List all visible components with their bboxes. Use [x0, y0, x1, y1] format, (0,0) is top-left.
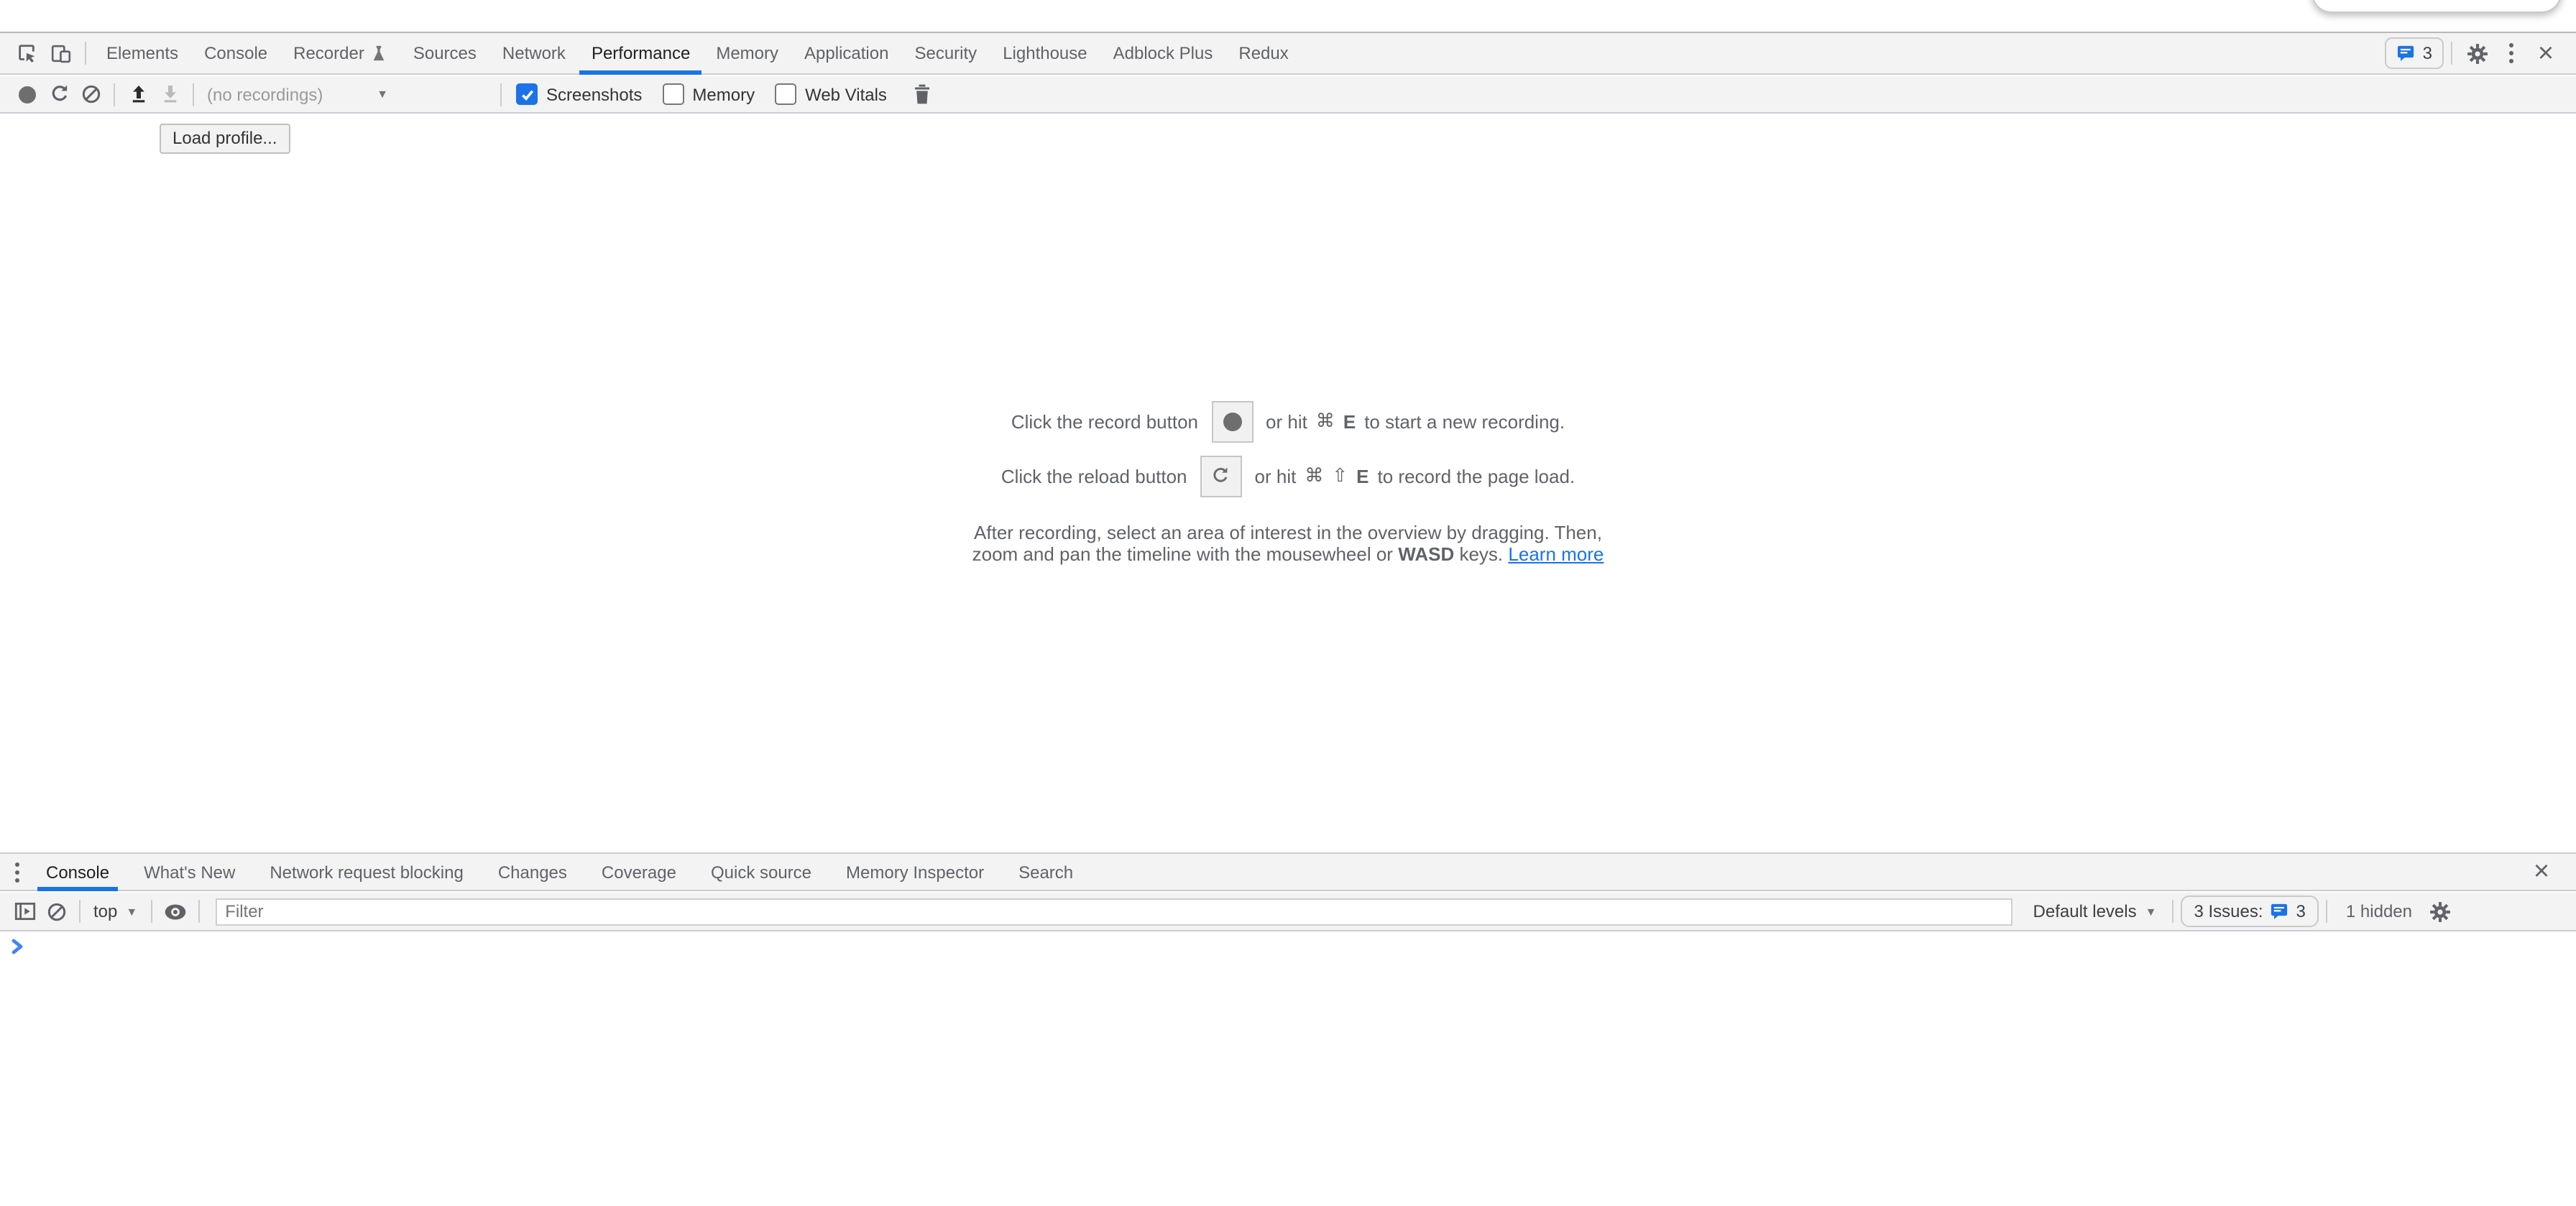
record-demo-button[interactable]	[1211, 400, 1253, 442]
console-prompt-area[interactable]	[0, 933, 2576, 1206]
performance-toolbar: (no recordings) ▼ Screenshots Memory Web…	[0, 76, 2576, 114]
cmd-key-symbol: ⌘	[1316, 410, 1335, 433]
drawer-tab-whats-new[interactable]: What's New	[135, 853, 244, 890]
tab-sources[interactable]: Sources	[402, 32, 488, 74]
browser-page-strip	[0, 0, 2576, 32]
tab-redux[interactable]: Redux	[1227, 32, 1300, 74]
load-profile-icon[interactable]	[122, 78, 154, 110]
devtools-tabbar: Elements Console Recorder Sources Networ…	[0, 32, 2576, 75]
record-instruction-row: Click the record button or hit ⌘ E to st…	[1011, 400, 1565, 443]
drawer-tab-search[interactable]: Search	[1010, 853, 1082, 890]
tab-performance[interactable]: Performance	[580, 32, 702, 74]
console-sidebar-toggle-icon[interactable]	[9, 896, 40, 927]
load-profile-tooltip: Load profile...	[160, 124, 290, 154]
issues-bubble-icon	[2271, 903, 2289, 920]
tab-elements[interactable]: Elements	[95, 32, 190, 74]
web-vitals-checkbox-group[interactable]: Web Vitals	[775, 83, 887, 105]
record-dot-icon	[19, 86, 36, 103]
device-toolbar-icon[interactable]	[43, 36, 78, 70]
divider	[193, 83, 194, 106]
reload-demo-button[interactable]	[1200, 455, 1242, 497]
memory-checkbox[interactable]	[662, 83, 684, 105]
issues-counter-badge[interactable]: 3	[2386, 37, 2444, 69]
tab-security[interactable]: Security	[903, 32, 988, 74]
console-filter-input[interactable]	[215, 898, 2012, 925]
clear-recordings-icon[interactable]	[75, 78, 106, 110]
divider	[85, 42, 86, 65]
drawer-tab-memory-inspector[interactable]: Memory Inspector	[837, 853, 993, 890]
browser-popup-cutoff	[2312, 0, 2562, 13]
divider	[2172, 900, 2174, 923]
clear-console-icon[interactable]	[40, 896, 72, 927]
experiment-flask-icon	[372, 45, 387, 62]
chevron-down-icon: ▼	[377, 88, 388, 101]
web-vitals-checkbox[interactable]	[775, 83, 796, 105]
screenshots-checkbox[interactable]	[516, 83, 538, 105]
console-settings-gear-icon[interactable]	[2424, 896, 2455, 927]
drawer-kebab-menu-icon[interactable]	[6, 855, 29, 889]
screenshots-checkbox-group[interactable]: Screenshots	[516, 83, 642, 105]
settings-gear-icon[interactable]	[2460, 36, 2494, 70]
performance-empty-state: Click the record button or hit ⌘ E to st…	[0, 400, 2576, 565]
inspect-element-icon[interactable]	[9, 36, 43, 70]
divider	[2451, 42, 2452, 65]
drawer-tab-changes[interactable]: Changes	[489, 853, 576, 890]
garbage-collect-icon[interactable]	[907, 78, 939, 110]
divider	[198, 900, 199, 923]
usage-hint-paragraph: After recording, select an area of inter…	[972, 522, 1604, 565]
devtools-window: Elements Console Recorder Sources Networ…	[0, 0, 2576, 1206]
divider	[114, 83, 115, 106]
drawer-tab-console[interactable]: Console	[37, 853, 118, 890]
issues-bubble-icon	[2397, 45, 2416, 62]
hidden-messages-count: 1 hidden	[2346, 901, 2412, 921]
drawer-tab-quick-source[interactable]: Quick source	[702, 853, 820, 890]
chevron-down-icon: ▼	[126, 905, 137, 918]
close-devtools-icon[interactable]: ×	[2529, 36, 2563, 70]
live-expression-eye-icon[interactable]	[159, 896, 190, 927]
tab-network[interactable]: Network	[491, 32, 577, 74]
memory-checkbox-group[interactable]: Memory	[662, 83, 755, 105]
console-prompt-chevron-icon	[12, 939, 24, 954]
tab-adblock-plus[interactable]: Adblock Plus	[1102, 32, 1225, 74]
tab-application[interactable]: Application	[793, 32, 900, 74]
drawer-tab-network-request-blocking[interactable]: Network request blocking	[261, 853, 472, 890]
shift-key-symbol: ⇧	[1332, 464, 1348, 487]
reload-and-record-button[interactable]	[43, 78, 75, 110]
drawer-tab-coverage[interactable]: Coverage	[593, 853, 685, 890]
tab-recorder[interactable]: Recorder	[282, 32, 399, 74]
javascript-context-select[interactable]: top ▼	[93, 901, 137, 921]
record-dot-icon	[1223, 412, 1241, 431]
tab-memory[interactable]: Memory	[704, 32, 790, 74]
tab-lighthouse[interactable]: Lighthouse	[991, 32, 1098, 74]
tab-console[interactable]: Console	[193, 32, 279, 74]
performance-panel-body: Click the record button or hit ⌘ E to st…	[0, 115, 2576, 852]
divider	[150, 900, 152, 923]
divider	[500, 83, 502, 106]
reload-instruction-row: Click the reload button or hit ⌘ ⇧ E to …	[1001, 454, 1575, 497]
divider	[2326, 900, 2327, 923]
console-toolbar: top ▼ Default levels ▼ 3 Issues: 3 1 hid…	[0, 893, 2576, 931]
kebab-menu-icon[interactable]	[2494, 36, 2529, 70]
learn-more-link[interactable]: Learn more	[1508, 543, 1604, 565]
save-profile-icon[interactable]	[154, 78, 185, 110]
cmd-key-symbol: ⌘	[1305, 464, 1323, 487]
log-levels-select[interactable]: Default levels ▼	[2033, 901, 2157, 921]
record-button[interactable]	[12, 78, 43, 110]
chevron-down-icon: ▼	[2145, 905, 2157, 918]
e-key-symbol: E	[1356, 465, 1368, 487]
drawer-tabbar: Console What's New Network request block…	[0, 852, 2576, 891]
recordings-history-select[interactable]: (no recordings) ▼	[207, 84, 388, 104]
e-key-symbol: E	[1343, 410, 1356, 432]
close-drawer-icon[interactable]: ×	[2524, 855, 2559, 889]
divider	[79, 900, 80, 923]
console-issues-button[interactable]: 3 Issues: 3	[2181, 896, 2318, 927]
